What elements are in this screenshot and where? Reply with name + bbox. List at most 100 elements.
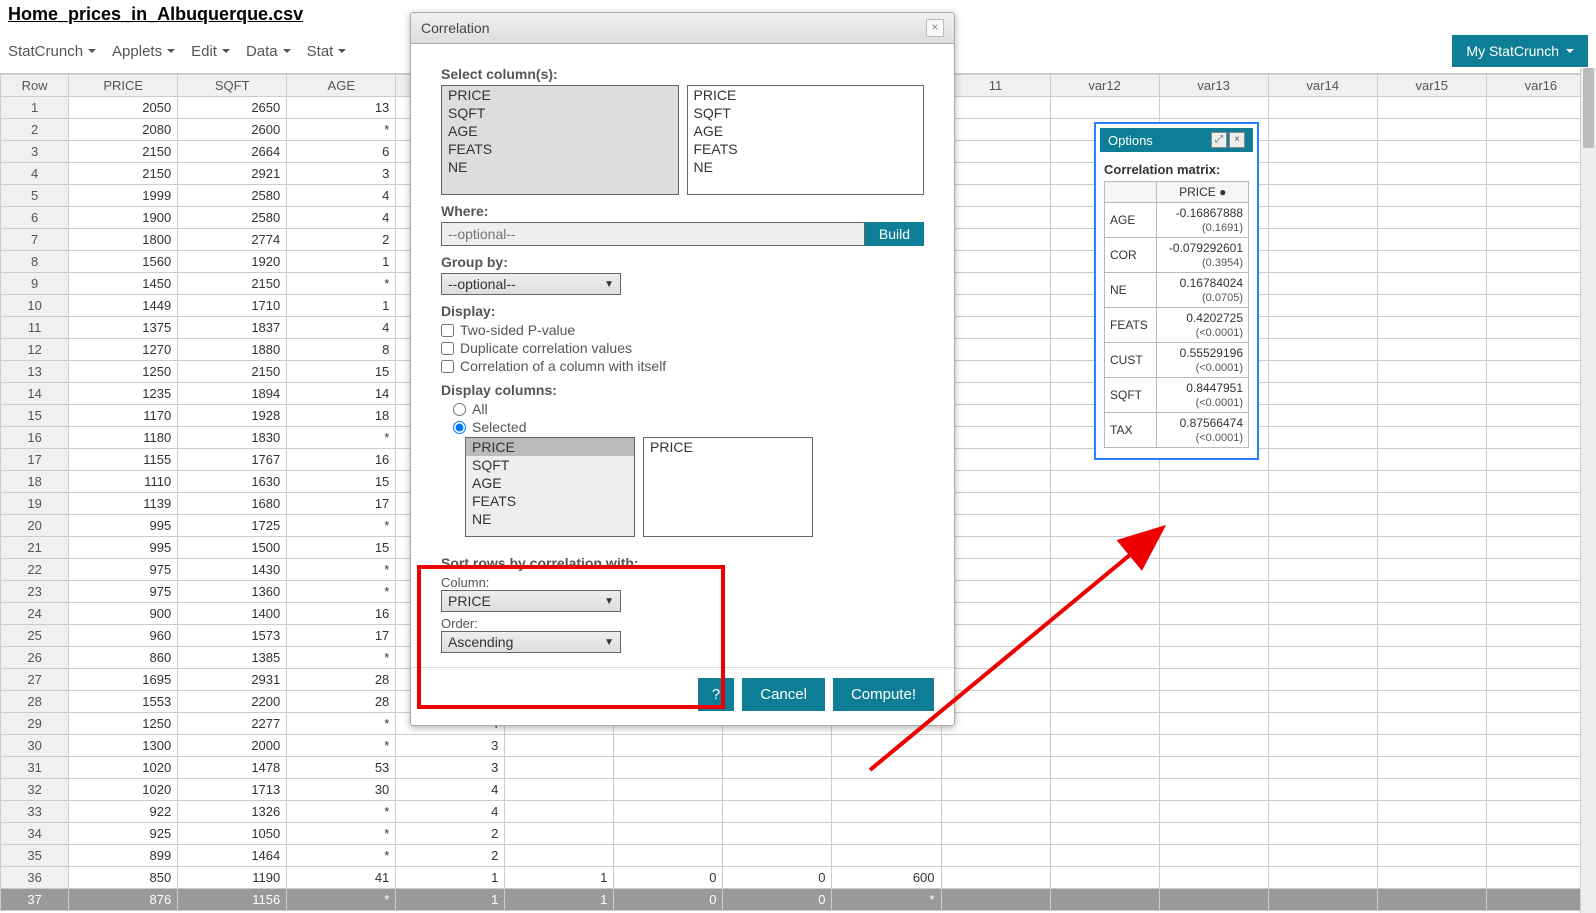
cell[interactable]: 960 <box>69 625 178 647</box>
list-item[interactable]: AGE <box>466 474 634 492</box>
row-number[interactable]: 8 <box>1 251 69 273</box>
cell[interactable] <box>1377 647 1486 669</box>
cell[interactable] <box>1377 515 1486 537</box>
cell[interactable]: 1920 <box>178 251 287 273</box>
cell[interactable] <box>1159 515 1268 537</box>
display-all-radio[interactable] <box>453 403 466 416</box>
cell[interactable] <box>1268 119 1377 141</box>
list-item[interactable]: SQFT <box>688 104 924 122</box>
cell[interactable] <box>1268 273 1377 295</box>
row-number[interactable]: 31 <box>1 757 69 779</box>
cell[interactable]: 1710 <box>178 295 287 317</box>
table-row[interactable]: 349251050*2 <box>1 823 1596 845</box>
cell[interactable]: 1767 <box>178 449 287 471</box>
options-titlebar[interactable]: Options ⤢ × <box>1100 128 1253 152</box>
expand-icon[interactable]: ⤢ <box>1211 132 1227 148</box>
cell[interactable] <box>1159 845 1268 867</box>
row-number[interactable]: 35 <box>1 845 69 867</box>
cell[interactable] <box>1377 537 1486 559</box>
row-number[interactable]: 18 <box>1 471 69 493</box>
row-number[interactable]: 27 <box>1 669 69 691</box>
cell[interactable] <box>941 317 1050 339</box>
columns-available-list[interactable]: PRICESQFTAGEFEATSNE <box>441 85 679 195</box>
cell[interactable] <box>1159 493 1268 515</box>
cell[interactable]: 1830 <box>178 427 287 449</box>
cell[interactable]: 1375 <box>69 317 178 339</box>
cell[interactable]: 0 <box>614 889 723 911</box>
cell[interactable] <box>1377 691 1486 713</box>
cell[interactable]: 1170 <box>69 405 178 427</box>
list-item[interactable]: PRICE <box>688 86 924 104</box>
cell[interactable]: 2774 <box>178 229 287 251</box>
cell[interactable]: 876 <box>69 889 178 911</box>
cell[interactable]: 41 <box>287 867 396 889</box>
cell[interactable] <box>1268 581 1377 603</box>
row-number[interactable]: 28 <box>1 691 69 713</box>
cell[interactable] <box>1268 801 1377 823</box>
display-cols-available-list[interactable]: PRICESQFTAGEFEATSNE <box>465 437 635 537</box>
menu-statcrunch[interactable]: StatCrunch <box>8 43 96 60</box>
my-statcrunch-button[interactable]: My StatCrunch <box>1452 35 1588 67</box>
cell[interactable] <box>1050 889 1159 911</box>
two-sided-pvalue-checkbox[interactable] <box>441 324 454 337</box>
cell[interactable] <box>1268 185 1377 207</box>
cell[interactable]: 2150 <box>178 361 287 383</box>
cell[interactable] <box>941 383 1050 405</box>
cell[interactable]: 1 <box>396 889 505 911</box>
cell[interactable] <box>723 735 832 757</box>
cell[interactable] <box>505 823 614 845</box>
cell[interactable] <box>1268 405 1377 427</box>
cell[interactable] <box>1268 383 1377 405</box>
groupby-select[interactable]: --optional-- ▼ <box>441 273 621 295</box>
cell[interactable] <box>1268 141 1377 163</box>
cell[interactable]: 2277 <box>178 713 287 735</box>
dialog-titlebar[interactable]: Correlation × <box>411 13 954 44</box>
row-number[interactable]: 12 <box>1 339 69 361</box>
cell[interactable]: 16 <box>287 449 396 471</box>
menu-applets[interactable]: Applets <box>112 43 175 60</box>
cell[interactable] <box>1159 757 1268 779</box>
cell[interactable]: 975 <box>69 559 178 581</box>
cell[interactable] <box>1377 867 1486 889</box>
corr-self-checkbox[interactable] <box>441 360 454 373</box>
cell[interactable]: 30 <box>287 779 396 801</box>
row-number[interactable]: 15 <box>1 405 69 427</box>
cancel-button[interactable]: Cancel <box>742 678 825 711</box>
cell[interactable]: * <box>287 889 396 911</box>
row-number[interactable]: 14 <box>1 383 69 405</box>
row-number[interactable]: 7 <box>1 229 69 251</box>
cell[interactable] <box>1159 867 1268 889</box>
cell[interactable]: 1 <box>505 867 614 889</box>
cell[interactable] <box>832 845 941 867</box>
row-number[interactable]: 2 <box>1 119 69 141</box>
cell[interactable] <box>1377 229 1486 251</box>
cell[interactable]: 2580 <box>178 207 287 229</box>
row-number[interactable]: 20 <box>1 515 69 537</box>
cell[interactable] <box>1377 251 1486 273</box>
cell[interactable]: 900 <box>69 603 178 625</box>
cell[interactable] <box>1159 537 1268 559</box>
cell[interactable]: 1110 <box>69 471 178 493</box>
cell[interactable]: 2580 <box>178 185 287 207</box>
cell[interactable]: 4 <box>396 801 505 823</box>
cell[interactable] <box>1268 559 1377 581</box>
menu-stat[interactable]: Stat <box>307 43 347 60</box>
cell[interactable] <box>1377 207 1486 229</box>
list-item[interactable]: SQFT <box>442 104 678 122</box>
cell[interactable] <box>941 779 1050 801</box>
cell[interactable]: * <box>287 515 396 537</box>
cell[interactable]: 860 <box>69 647 178 669</box>
cell[interactable] <box>1159 669 1268 691</box>
row-number[interactable]: 37 <box>1 889 69 911</box>
cell[interactable] <box>941 427 1050 449</box>
cell[interactable] <box>941 735 1050 757</box>
list-item[interactable]: PRICE <box>466 438 634 456</box>
cell[interactable] <box>1159 889 1268 911</box>
cell[interactable]: 1300 <box>69 735 178 757</box>
cell[interactable]: 1020 <box>69 757 178 779</box>
cell[interactable]: 1250 <box>69 713 178 735</box>
cell[interactable] <box>941 361 1050 383</box>
cell[interactable]: 1 <box>505 889 614 911</box>
cell[interactable]: 1250 <box>69 361 178 383</box>
cell[interactable] <box>1268 823 1377 845</box>
